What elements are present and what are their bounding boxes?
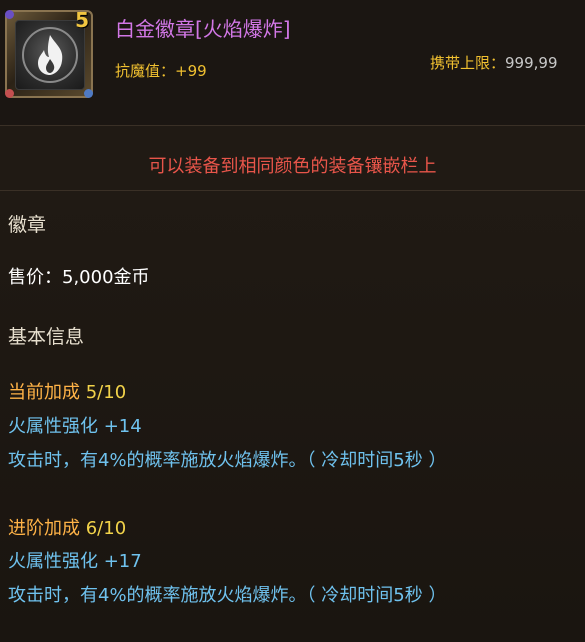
level-badge: 5: [75, 8, 89, 32]
next-bonus-value: 6/10: [85, 518, 127, 539]
item-name: 白金徽章[火焰爆炸]: [115, 17, 291, 41]
divider: [0, 125, 585, 126]
next-effect: 攻击时，有4%的概率施放火焰爆炸。（ 冷却时间5秒 ）: [8, 585, 447, 606]
equip-notice: 可以装备到相同颜色的装备镶嵌栏上: [148, 156, 437, 177]
current-bonus-label: 当前加成: [8, 382, 86, 403]
socket-gem-red: [5, 89, 14, 98]
next-attribute: 火属性强化 +17: [8, 551, 142, 572]
magic-resist-stat: 抗魔值：+99: [115, 60, 207, 81]
section-title: 基本信息: [8, 326, 85, 348]
fire-flame-icon: [38, 35, 63, 75]
current-attribute: 火属性强化 +14: [8, 416, 142, 437]
carry-limit-value: 999,99: [505, 54, 558, 72]
stat-value: +99: [175, 62, 207, 80]
item-tooltip: 5 白金徽章[火焰爆炸] 抗魔值：+99 携带上限：999,99 可以装备到相同…: [0, 0, 585, 642]
next-bonus-label: 进阶加成: [8, 518, 86, 539]
carry-limit: 携带上限：999,99: [430, 52, 558, 73]
current-effect: 攻击时，有4%的概率施放火焰爆炸。（ 冷却时间5秒 ）: [8, 450, 447, 471]
item-price: 售价：5,000金币: [8, 267, 150, 288]
next-bonus: 进阶加成 6/10: [8, 514, 126, 540]
carry-limit-label: 携带上限：: [430, 54, 506, 72]
item-category: 徽章: [8, 214, 47, 236]
current-bonus: 当前加成 5/10: [8, 378, 126, 404]
socket-gem-purple: [5, 10, 14, 19]
socket-gem-blue: [84, 89, 93, 98]
item-icon-frame[interactable]: 5: [5, 8, 93, 98]
divider: [0, 190, 585, 191]
stat-label: 抗魔值：: [115, 62, 176, 80]
current-bonus-value: 5/10: [85, 382, 127, 403]
